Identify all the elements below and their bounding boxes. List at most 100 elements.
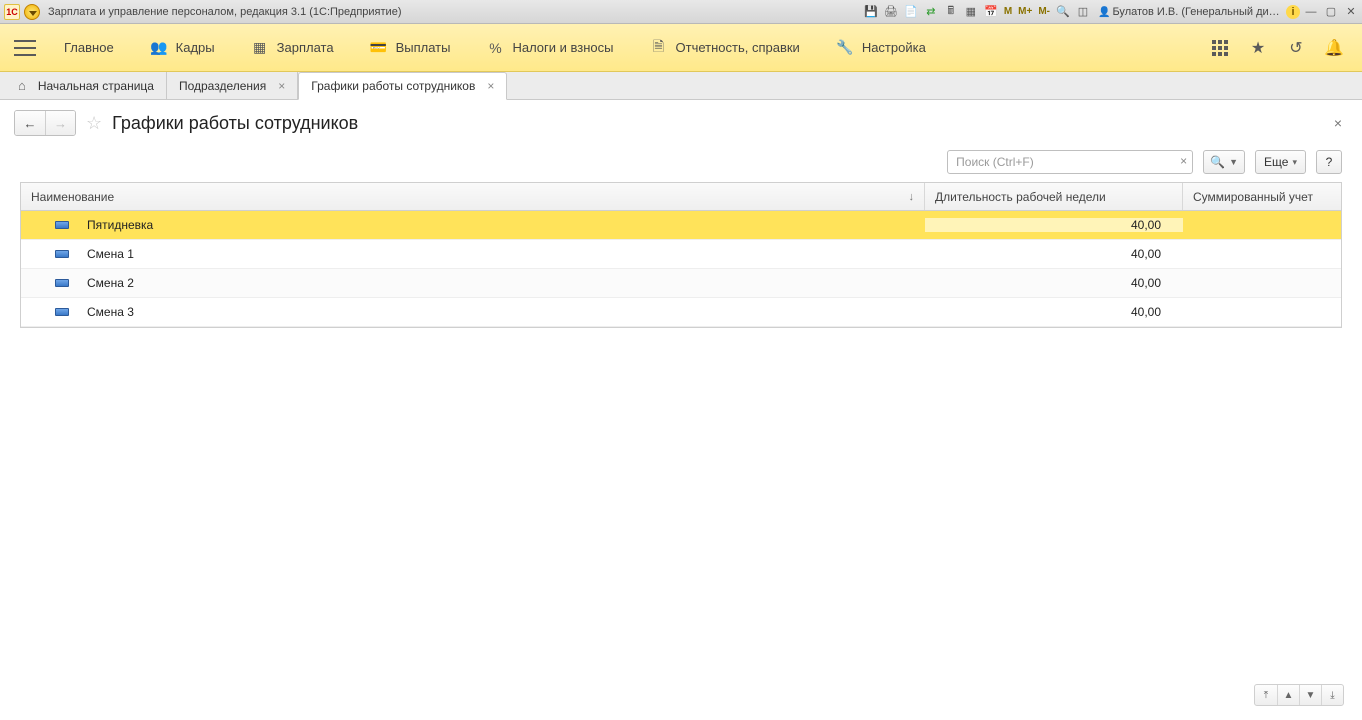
history-icon[interactable]: ↺ bbox=[1286, 38, 1306, 58]
row-name: Смена 3 bbox=[87, 305, 134, 319]
main-menu: Главное 👥Кадры ▦Зарплата 💳Выплаты % Налог… bbox=[0, 24, 1362, 72]
col-name[interactable]: Наименование ↓ bbox=[21, 183, 925, 210]
menu-payments[interactable]: 💳Выплаты bbox=[352, 24, 469, 72]
schedule-icon bbox=[55, 279, 69, 287]
row-name: Смена 1 bbox=[87, 247, 134, 261]
page-title: Графики работы сотрудников bbox=[112, 113, 358, 134]
row-duration: 40,00 bbox=[925, 247, 1183, 261]
m-button[interactable]: M bbox=[1002, 3, 1014, 21]
col-duration[interactable]: Длительность рабочей недели bbox=[925, 183, 1183, 210]
table-header: Наименование ↓ Длительность рабочей неде… bbox=[21, 183, 1341, 211]
tab-home[interactable]: Начальная страница bbox=[6, 72, 167, 99]
table-row[interactable]: Пятидневка 40,00 bbox=[21, 211, 1341, 240]
search-icon: 🔍 bbox=[1210, 155, 1225, 169]
menu-settings-label: Настройка bbox=[862, 40, 926, 55]
row-duration: 40,00 bbox=[925, 305, 1183, 319]
nav-back-button[interactable]: ← bbox=[15, 111, 45, 135]
menu-payments-label: Выплаты bbox=[396, 40, 451, 55]
scroll-up-icon[interactable]: ▲ bbox=[1277, 685, 1299, 705]
help-button[interactable]: ? bbox=[1316, 150, 1342, 174]
zoom-icon[interactable]: 🔍 bbox=[1054, 3, 1072, 21]
close-icon[interactable]: × bbox=[487, 79, 494, 93]
more-label: Еще bbox=[1264, 155, 1288, 169]
table-row[interactable]: Смена 1 40,00 bbox=[21, 240, 1341, 269]
minimize-icon[interactable]: — bbox=[1302, 3, 1320, 21]
row-name: Смена 2 bbox=[87, 276, 134, 290]
maximize-icon[interactable]: ▢ bbox=[1322, 3, 1340, 21]
menu-reports[interactable]: 🗎 Отчетность, справки bbox=[632, 24, 818, 72]
favorite-outline-icon[interactable]: ☆ bbox=[86, 113, 102, 134]
calc-icon[interactable]: 🖩 bbox=[942, 3, 960, 21]
schedule-icon bbox=[55, 250, 69, 258]
tab-departments[interactable]: Подразделения × bbox=[167, 72, 298, 99]
doc-icon[interactable]: 📄 bbox=[902, 3, 920, 21]
tab-home-label: Начальная страница bbox=[38, 79, 154, 93]
scroll-top-icon[interactable]: ⤒ bbox=[1255, 685, 1277, 705]
list-toolbar: × 🔍▼ Еще▾ ? bbox=[0, 142, 1362, 182]
search-clear-icon[interactable]: × bbox=[1180, 154, 1187, 168]
chevron-down-icon: ▼ bbox=[1229, 157, 1238, 167]
schedules-table: Наименование ↓ Длительность рабочей неде… bbox=[20, 182, 1342, 328]
people-icon: 👥 bbox=[150, 39, 168, 57]
current-user[interactable]: Булатов И.В. (Генеральный дирек... bbox=[1094, 6, 1284, 18]
calendar-icon[interactable]: 📅 bbox=[982, 3, 1000, 21]
save-icon[interactable]: 💾 bbox=[862, 3, 880, 21]
app-logo-icon: 1C bbox=[4, 4, 20, 20]
close-icon[interactable]: × bbox=[278, 79, 285, 93]
compare-icon[interactable]: ⇄ bbox=[922, 3, 940, 21]
percent-icon: % bbox=[486, 39, 504, 57]
close-window-icon[interactable]: ✕ bbox=[1342, 3, 1360, 21]
col-name-label: Наименование bbox=[31, 190, 114, 204]
titlebar-icons: 💾 🖨 📄 ⇄ 🖩 ▦ 📅 M M+ M- 🔍 ◫ Булатов И.В. (… bbox=[862, 3, 1362, 21]
menu-settings[interactable]: 🔧 Настройка bbox=[818, 24, 944, 72]
menu-salary-label: Зарплата bbox=[277, 40, 334, 55]
list-nav-buttons: ⤒ ▲ ▼ ⤓ bbox=[1254, 684, 1344, 706]
tab-departments-label: Подразделения bbox=[179, 79, 266, 93]
table-row[interactable]: Смена 2 40,00 bbox=[21, 269, 1341, 298]
m-minus-button[interactable]: M- bbox=[1036, 3, 1052, 21]
row-duration: 40,00 bbox=[925, 218, 1183, 232]
sort-asc-icon: ↓ bbox=[909, 191, 915, 203]
menu-taxes-label: Налоги и взносы bbox=[512, 40, 613, 55]
panels-icon[interactable]: ◫ bbox=[1074, 3, 1092, 21]
burger-icon[interactable] bbox=[14, 40, 36, 56]
window-titlebar: 1C Зарплата и управление персоналом, ред… bbox=[0, 0, 1362, 24]
search-input[interactable] bbox=[947, 150, 1193, 174]
menu-staff[interactable]: 👥Кадры bbox=[132, 24, 233, 72]
search-dropdown-button[interactable]: 🔍▼ bbox=[1203, 150, 1245, 174]
wrench-icon: 🔧 bbox=[836, 39, 854, 57]
window-title: Зарплата и управление персоналом, редакц… bbox=[48, 6, 401, 18]
chevron-down-icon: ▾ bbox=[1292, 157, 1297, 168]
table-body: Пятидневка40,00Смена 140,00Смена 240,00С… bbox=[21, 211, 1341, 327]
search-wrap: × bbox=[947, 150, 1193, 174]
document-icon: 🗎 bbox=[650, 39, 668, 57]
menu-reports-label: Отчетность, справки bbox=[676, 40, 800, 55]
m-plus-button[interactable]: M+ bbox=[1016, 3, 1034, 21]
row-name: Пятидневка bbox=[87, 218, 153, 232]
menu-main-label: Главное bbox=[64, 40, 114, 55]
scroll-down-icon[interactable]: ▼ bbox=[1299, 685, 1321, 705]
more-button[interactable]: Еще ▾ bbox=[1255, 150, 1306, 174]
apps-icon[interactable] bbox=[1210, 38, 1230, 58]
nav-buttons: ← → bbox=[14, 110, 76, 136]
nav-forward-button[interactable]: → bbox=[45, 111, 75, 135]
schedule-icon bbox=[55, 221, 69, 229]
favorite-icon[interactable]: ★ bbox=[1248, 38, 1268, 58]
col-duration-label: Длительность рабочей недели bbox=[935, 190, 1106, 204]
tab-schedules[interactable]: Графики работы сотрудников × bbox=[298, 72, 507, 100]
col-sum-label: Суммированный учет bbox=[1193, 190, 1313, 204]
menu-main[interactable]: Главное bbox=[46, 24, 132, 72]
notifications-icon[interactable]: 🔔 bbox=[1324, 38, 1344, 58]
tab-schedules-label: Графики работы сотрудников bbox=[311, 79, 475, 93]
col-sum[interactable]: Суммированный учет bbox=[1183, 183, 1341, 210]
row-duration: 40,00 bbox=[925, 276, 1183, 290]
menu-taxes[interactable]: % Налоги и взносы bbox=[468, 24, 631, 72]
scroll-bottom-icon[interactable]: ⤓ bbox=[1321, 685, 1343, 705]
table-row[interactable]: Смена 3 40,00 bbox=[21, 298, 1341, 327]
grid-icon[interactable]: ▦ bbox=[962, 3, 980, 21]
titlebar-dropdown-icon[interactable] bbox=[24, 4, 40, 20]
page-close-icon[interactable]: × bbox=[1334, 115, 1348, 131]
print-icon[interactable]: 🖨 bbox=[882, 3, 900, 21]
info-icon[interactable]: i bbox=[1286, 5, 1300, 19]
menu-salary[interactable]: ▦Зарплата bbox=[233, 24, 352, 72]
